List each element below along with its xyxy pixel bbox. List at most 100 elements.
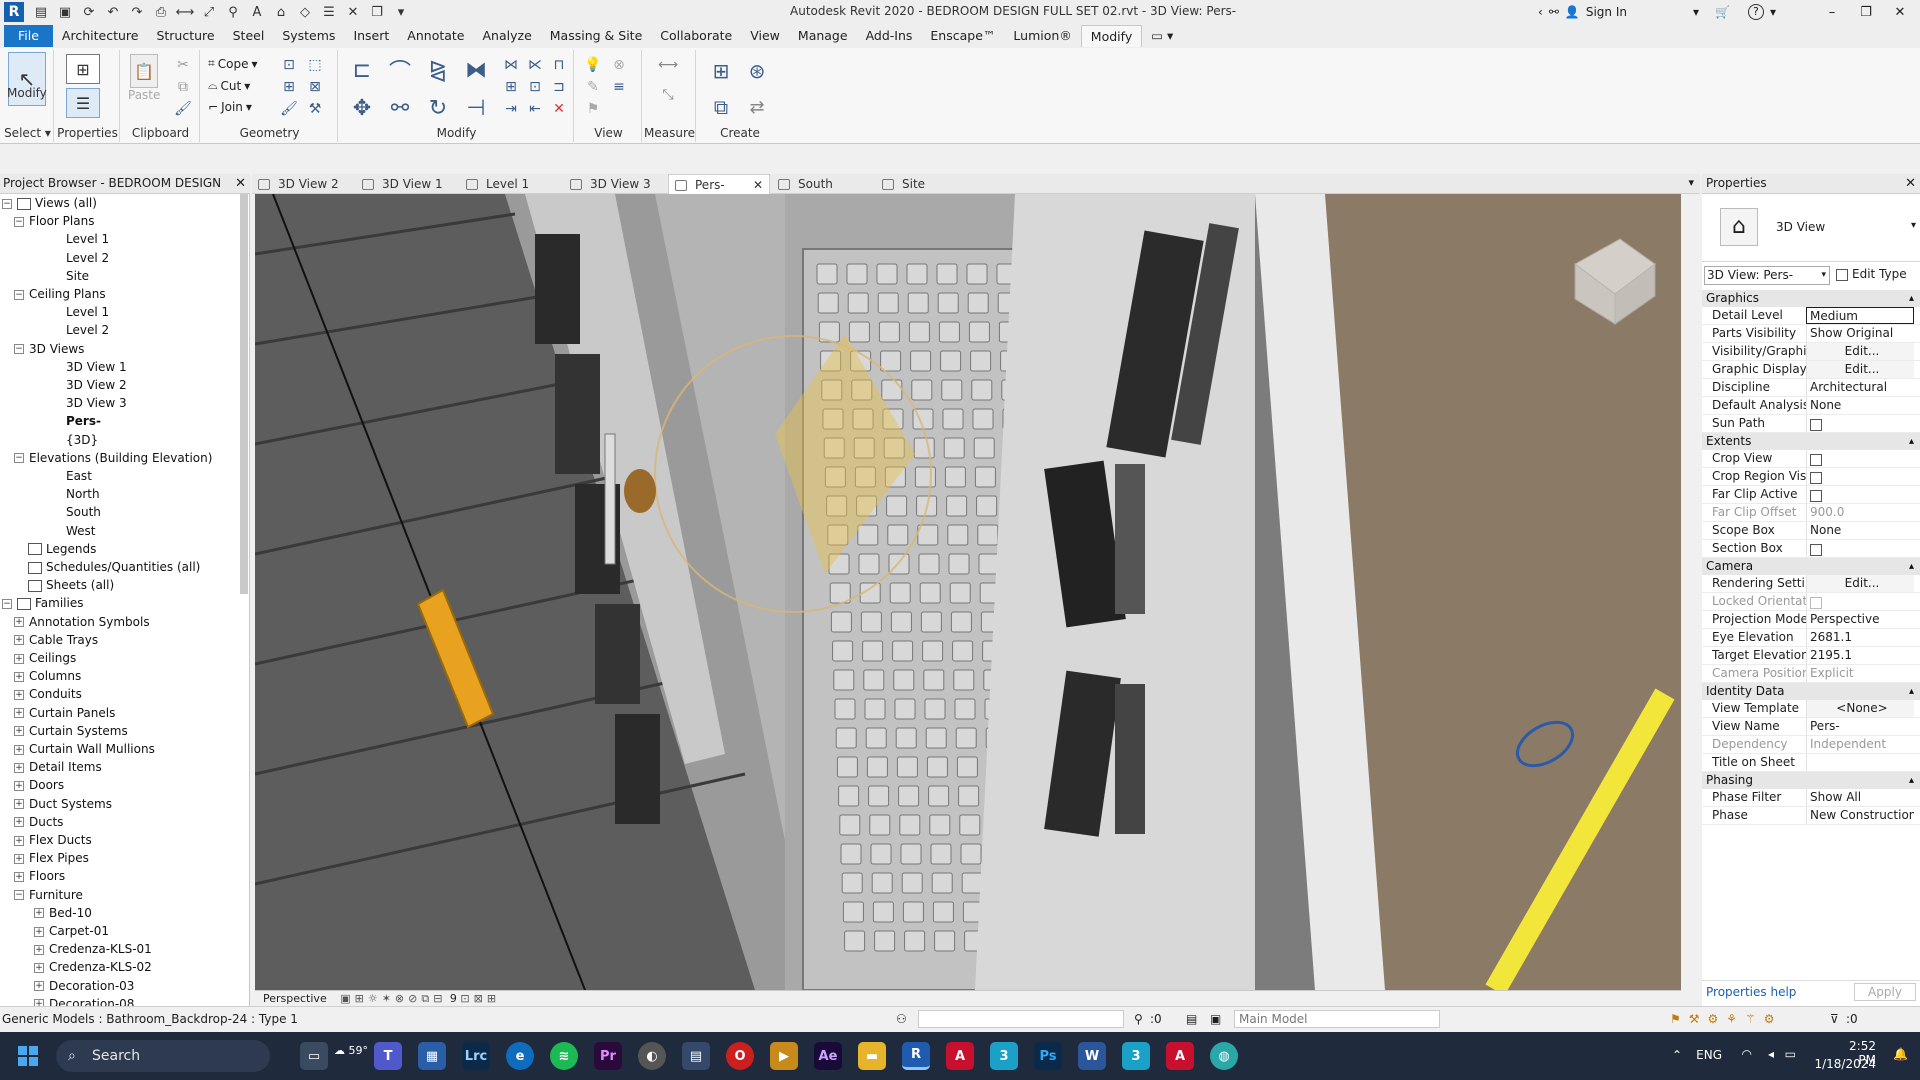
project-browser-scrollbar[interactable] <box>240 194 248 594</box>
property-value[interactable]: None <box>1806 522 1914 539</box>
sync-icon[interactable]: ⟳ <box>78 2 100 22</box>
browser-item[interactable]: + Ducts <box>14 813 63 831</box>
editable-only-icon[interactable]: ⚲ <box>1134 1007 1143 1031</box>
help-icon[interactable]: ? <box>1747 4 1764 20</box>
join-button[interactable]: ⌐ Join ▾ <box>208 100 252 114</box>
property-edit-button[interactable]: Edit... <box>1806 343 1914 360</box>
browser-item[interactable]: − Furniture <box>14 886 83 904</box>
properties-close-icon[interactable]: ✕ <box>1905 174 1916 193</box>
expand-icon[interactable]: + <box>14 835 24 846</box>
browser-item[interactable]: Sheets (all) <box>28 576 114 594</box>
aligned-dimension-icon[interactable]: ⤡ <box>650 86 686 104</box>
browser-item[interactable]: + Duct Systems <box>14 795 112 813</box>
hide-icon[interactable]: 💡 <box>584 56 602 74</box>
browser-item[interactable]: + Flex Pipes <box>14 849 89 867</box>
tab-manage[interactable]: Manage <box>789 25 857 47</box>
match-properties-icon[interactable]: 🖌 <box>174 100 192 118</box>
browser-item[interactable]: West <box>66 522 96 540</box>
binoculars-icon[interactable]: ⚯ <box>1549 5 1559 19</box>
globe-app-icon[interactable]: ◍ <box>1210 1042 1238 1070</box>
trim-icon[interactable]: ⊣ <box>462 94 490 122</box>
expand-icon[interactable]: + <box>14 671 24 682</box>
thin-line-icon[interactable]: ≡ <box>610 78 628 96</box>
property-value[interactable]: None <box>1806 397 1914 414</box>
property-edit-button[interactable]: <None> <box>1806 700 1914 717</box>
taskbar-search[interactable]: ⌕ Search <box>56 1040 270 1072</box>
save-icon[interactable]: ▣ <box>54 2 76 22</box>
expand-icon[interactable]: + <box>14 653 24 664</box>
browser-item[interactable]: Level 2 <box>66 249 109 267</box>
section-collapse-icon[interactable]: ▴ <box>1909 290 1914 307</box>
collapse-icon[interactable]: − <box>14 216 24 227</box>
create-parts-icon[interactable]: ⊛ <box>742 56 772 86</box>
split-icon[interactable]: ⋈ <box>502 56 520 74</box>
paint-icon[interactable]: 🖌 <box>280 100 298 118</box>
browser-item[interactable]: North <box>66 485 100 503</box>
browser-item[interactable]: + Columns <box>14 667 81 685</box>
view-tab[interactable]: 3D View 3 <box>564 174 666 194</box>
contextual-tab-dropdown-icon[interactable]: ▭ ▾ <box>1142 25 1182 47</box>
apply-button[interactable]: Apply <box>1854 983 1916 1001</box>
browser-item[interactable]: 3D View 1 <box>66 358 127 376</box>
project-browser-close-icon[interactable]: ✕ <box>235 174 246 193</box>
browser-item[interactable]: Schedules/Quantities (all) <box>28 558 200 576</box>
tab-enscape[interactable]: Enscape™ <box>921 25 1004 47</box>
browser-item[interactable]: + Ceilings <box>14 649 76 667</box>
filter-view-icon[interactable]: ⚑ <box>584 100 602 118</box>
expand-icon[interactable]: + <box>34 908 44 919</box>
properties-button[interactable]: ☰ <box>66 88 100 118</box>
weather-widget[interactable]: ☁ 59° <box>334 1044 368 1057</box>
undo-icon[interactable]: ↶ <box>102 2 124 22</box>
browser-item[interactable]: + Bed-10 <box>34 904 92 922</box>
view-tab[interactable]: South <box>772 174 874 194</box>
browser-item[interactable]: 3D View 2 <box>66 376 127 394</box>
browser-item[interactable]: + Curtain Systems <box>14 722 128 740</box>
expand-icon[interactable]: + <box>14 744 24 755</box>
align-icon[interactable]: ⊏ <box>348 56 376 84</box>
expand-icon[interactable]: + <box>14 871 24 882</box>
tab-analyze[interactable]: Analyze <box>474 25 541 47</box>
collapse-icon[interactable]: − <box>2 198 12 209</box>
create-group-icon[interactable]: ⧉ <box>706 92 736 122</box>
3dsmax-icon[interactable]: 3 <box>990 1042 1018 1070</box>
view-tab[interactable]: 3D View 2 <box>252 174 354 194</box>
browser-item[interactable]: South <box>66 503 101 521</box>
browser-item[interactable]: + Cable Trays <box>14 631 98 649</box>
clock-date[interactable]: 1/18/2024 <box>1814 1057 1876 1071</box>
browser-item[interactable]: −3D Views <box>14 340 84 358</box>
projection-label[interactable]: Perspective <box>263 992 327 1005</box>
property-value[interactable]: Medium <box>1806 307 1914 324</box>
design-option-dropdown[interactable]: Main Model <box>1234 1010 1440 1028</box>
3dsmax-2-icon[interactable]: 3 <box>1122 1042 1150 1070</box>
design-options-icon[interactable]: ▤ <box>1186 1007 1197 1031</box>
measure-icon[interactable]: ⟷ <box>174 2 196 22</box>
browser-item[interactable]: + Flex Ducts <box>14 831 92 849</box>
property-value[interactable]: 2195.1 <box>1806 647 1914 664</box>
pin-icon[interactable]: ⊓ <box>550 56 568 74</box>
browser-item[interactable]: {3D} <box>66 431 98 449</box>
close-icon[interactable]: ✕ <box>1886 5 1914 20</box>
teams-icon[interactable]: T <box>374 1042 402 1070</box>
property-checkbox[interactable] <box>1806 468 1914 485</box>
browser-item[interactable]: − Floor Plans <box>14 212 94 230</box>
array-icon[interactable]: ⊞ <box>502 78 520 96</box>
split-face-icon[interactable]: ⬚ <box>306 56 324 74</box>
photos-icon[interactable]: ▦ <box>418 1042 446 1070</box>
help-dropdown-icon[interactable]: ▾ <box>1770 5 1776 19</box>
property-section[interactable]: Phasing ▴ <box>1702 772 1920 789</box>
section-icon[interactable]: ◇ <box>294 2 316 22</box>
filter-icon[interactable]: ⊽ <box>1830 1007 1839 1031</box>
design-options-lock-icon[interactable]: ▣ <box>1210 1007 1221 1031</box>
expand-icon[interactable]: + <box>14 762 24 773</box>
copy-element-icon[interactable]: ⚯ <box>386 94 414 122</box>
selection-filter-icons[interactable]: ⚑⚒⚙⚘⚚⚙ <box>1670 1007 1783 1031</box>
browser-item[interactable]: Pers- <box>66 412 101 430</box>
paste-button[interactable]: 📋 Paste <box>128 54 160 102</box>
type-dropdown-icon[interactable]: ▾ <box>1911 220 1916 231</box>
tag-icon[interactable]: ⚲ <box>222 2 244 22</box>
battery-icon[interactable]: ▭ <box>1785 1047 1796 1061</box>
print-icon[interactable]: ⎙ <box>150 2 172 22</box>
browser-item[interactable]: + Credenza-KLS-02 <box>34 958 152 976</box>
windows-start-icon[interactable] <box>18 1046 38 1066</box>
browser-item[interactable]: + Doors <box>14 776 64 794</box>
